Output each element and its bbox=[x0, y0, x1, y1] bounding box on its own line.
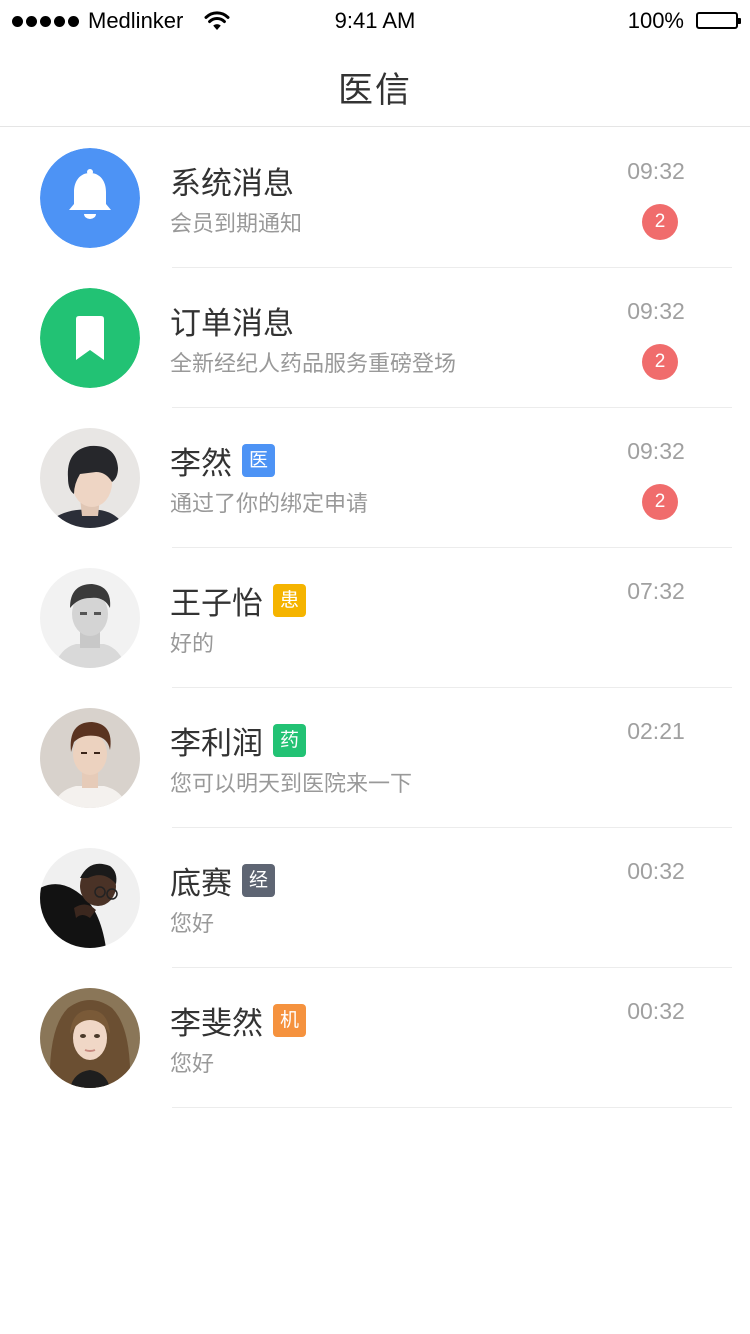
message-preview: 您好 bbox=[170, 912, 215, 937]
conversation-item[interactable]: 王子怡 患 好的 07:32 bbox=[0, 548, 750, 688]
unread-badge: 2 bbox=[642, 204, 678, 240]
avatar bbox=[40, 568, 140, 668]
avatar bbox=[40, 428, 140, 528]
conversation-name: 系统消息 bbox=[170, 165, 294, 202]
order-message-avatar bbox=[40, 288, 140, 388]
conversation-item[interactable]: 李利润 药 您可以明天到医院来一下 02:21 bbox=[0, 688, 750, 828]
conversation-list: 系统消息 会员到期通知 09:32 2 订单消息 全新经纪人药品服务重磅登场 0… bbox=[0, 128, 750, 1108]
avatar bbox=[40, 848, 140, 948]
message-time: 09:32 bbox=[627, 438, 685, 464]
navigation-bar: 医信 bbox=[0, 44, 750, 127]
role-tag-agent: 经 bbox=[242, 863, 275, 897]
conversation-name: 王子怡 bbox=[170, 585, 263, 622]
message-time: 09:32 bbox=[627, 298, 685, 324]
conversation-name: 李然 bbox=[170, 445, 232, 482]
battery-icon bbox=[696, 12, 741, 29]
conversation-item[interactable]: 底赛 经 您好 00:32 bbox=[0, 828, 750, 968]
conversation-name: 底赛 bbox=[170, 865, 232, 902]
role-tag-patient: 患 bbox=[273, 583, 306, 617]
message-time: 00:32 bbox=[627, 998, 685, 1024]
unread-badge: 2 bbox=[642, 484, 678, 520]
battery-percentage: 100% bbox=[627, 8, 684, 33]
message-time: 09:32 bbox=[627, 158, 685, 184]
conversation-name: 李利润 bbox=[170, 725, 263, 762]
role-tag-doctor: 医 bbox=[242, 443, 275, 477]
unread-badge: 2 bbox=[642, 344, 678, 380]
page-title: 医信 bbox=[337, 71, 412, 111]
conversation-item-orders[interactable]: 订单消息 全新经纪人药品服务重磅登场 09:32 2 bbox=[0, 268, 750, 408]
message-time: 00:32 bbox=[627, 858, 685, 884]
avatar bbox=[40, 988, 140, 1088]
role-tag-institution: 机 bbox=[273, 1003, 306, 1037]
conversation-item[interactable]: 李然 医 通过了你的绑定申请 09:32 2 bbox=[0, 408, 750, 548]
system-message-avatar bbox=[40, 148, 140, 248]
conversation-item[interactable]: 李斐然 机 您好 00:32 bbox=[0, 968, 750, 1108]
bell-icon bbox=[40, 148, 140, 248]
message-preview: 会员到期通知 bbox=[170, 212, 303, 237]
message-time: 02:21 bbox=[627, 718, 685, 744]
message-preview: 通过了你的绑定申请 bbox=[170, 492, 369, 517]
message-preview: 好的 bbox=[170, 632, 215, 657]
message-preview: 您可以明天到医院来一下 bbox=[170, 772, 413, 797]
row-divider bbox=[172, 1107, 732, 1108]
status-bar: Medlinker 9:41 AM 100% bbox=[0, 0, 750, 44]
conversation-item-system[interactable]: 系统消息 会员到期通知 09:32 2 bbox=[0, 128, 750, 268]
avatar bbox=[40, 708, 140, 808]
message-preview: 全新经纪人药品服务重磅登场 bbox=[170, 352, 457, 377]
bookmark-icon bbox=[40, 288, 140, 388]
role-tag-pharmacy: 药 bbox=[273, 723, 306, 757]
conversation-name: 订单消息 bbox=[170, 305, 294, 342]
message-time: 07:32 bbox=[627, 578, 685, 604]
conversation-name: 李斐然 bbox=[170, 1005, 263, 1042]
message-preview: 您好 bbox=[170, 1052, 215, 1077]
